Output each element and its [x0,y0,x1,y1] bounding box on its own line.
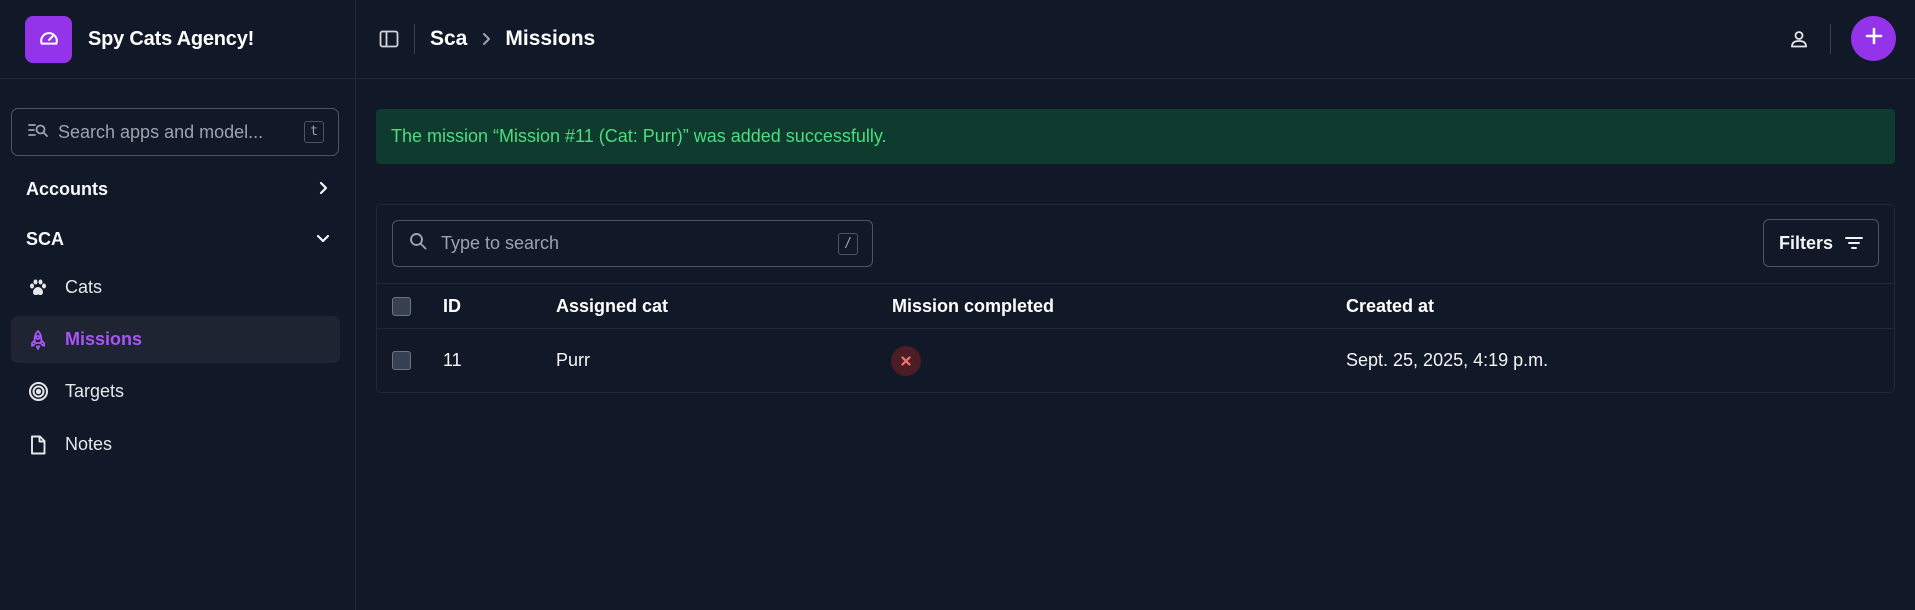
sidebar-item-label: Targets [65,381,125,401]
table-search-input[interactable]: Type to search / [392,220,873,267]
cell-assigned-cat: Purr [556,350,591,370]
sidebar-item-label: Cats [65,277,103,297]
search-shortcut-key: t [304,121,324,143]
filters-label: Filters [1778,232,1834,253]
paw-icon [27,277,49,299]
missions-table-card: Type to search / Filters ID Assigned cat… [376,204,1895,393]
column-header-mission-completed[interactable]: Mission completed [892,284,1054,328]
cell-created-at: Sept. 25, 2025, 4:19 p.m. [1346,350,1549,370]
table-search-placeholder: Type to search [441,233,560,253]
table-header: ID Assigned cat Mission completed Create… [377,283,1894,329]
sidebar-item-cats[interactable]: Cats [11,264,340,311]
column-header-id[interactable]: ID [443,284,461,328]
breadcrumb-item-sca[interactable]: Sca [430,27,467,51]
top-header: Sca Missions [356,0,1915,79]
false-x-icon [891,345,921,376]
row-checkbox[interactable] [392,351,411,370]
search-icon [409,232,427,255]
cell-id[interactable]: 11 [443,329,462,392]
sidebar-search-input[interactable]: Search apps and model... t [11,108,339,156]
select-all-checkbox[interactable] [392,296,411,316]
plus-icon [1865,27,1883,50]
add-button[interactable] [1851,16,1896,61]
sidebar-section-label: Accounts [26,178,109,199]
breadcrumb: Sca Missions [430,24,595,54]
header-divider [414,24,415,54]
filters-button[interactable]: Filters [1763,219,1879,267]
sidebar-search-placeholder: Search apps and model... [58,121,264,142]
sidebar-item-label: Missions [65,329,143,349]
column-header-assigned-cat[interactable]: Assigned cat [556,284,668,328]
chevron-right-icon [316,179,330,200]
cell-mission-completed [891,329,921,392]
row-checkbox-cell [392,329,411,392]
search-list-icon [28,122,48,143]
chevron-right-icon [481,32,491,46]
sidebar-item-missions[interactable]: Missions [11,316,340,363]
filter-icon [1845,237,1863,249]
sidebar-item-targets[interactable]: Targets [11,368,340,415]
user-icon[interactable] [1786,26,1812,52]
sidebar-section-accounts[interactable]: Accounts [26,174,330,204]
sidebar-section-sca[interactable]: SCA [26,224,330,254]
target-icon [27,381,49,403]
search-shortcut-key: / [838,232,858,255]
sidebar-section-label: SCA [26,228,65,249]
alert-message: The mission “Mission #11 (Cat: Purr)” wa… [391,126,887,146]
sidebar: Spy Cats Agency! Search apps and model..… [0,0,356,610]
column-header-created-at[interactable]: Created at [1346,284,1434,328]
chevron-down-icon [316,229,330,250]
brand: Spy Cats Agency! [0,0,355,79]
header-divider [1830,24,1831,54]
select-all-checkbox-cell [392,284,411,328]
rocket-icon [27,329,49,351]
sidebar-item-notes[interactable]: Notes [11,421,340,468]
sidebar-toggle-icon[interactable] [376,26,402,52]
file-icon [27,434,49,456]
breadcrumb-item-missions: Missions [505,27,596,50]
sidebar-item-label: Notes [65,434,113,454]
success-alert: The mission “Mission #11 (Cat: Purr)” wa… [376,109,1895,164]
brand-title[interactable]: Spy Cats Agency! [88,28,254,51]
gauge-icon[interactable] [25,15,72,63]
table-row: 11 Purr Sept. 25, 2025, 4:19 p.m. [377,329,1894,392]
